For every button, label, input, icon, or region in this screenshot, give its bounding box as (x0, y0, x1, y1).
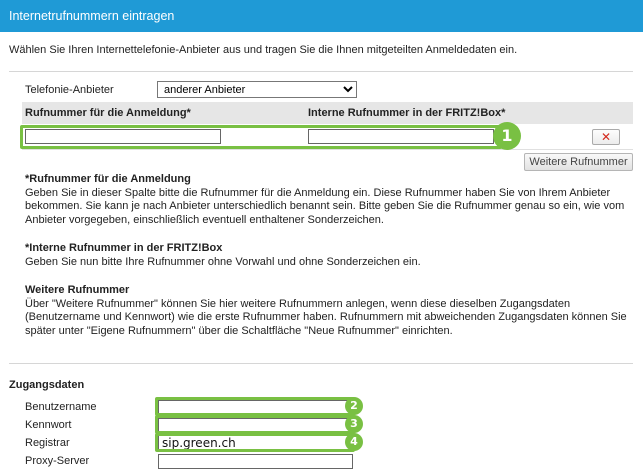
help-title: *Rufnummer für die Anmeldung (25, 173, 191, 185)
access-section-title: Zugangsdaten (9, 379, 85, 391)
help-text: Geben Sie nun bitte Ihre Rufnummer ohne … (25, 255, 421, 268)
highlight-box-2 (155, 397, 355, 416)
marker-badge-1: 1 (493, 122, 521, 150)
delete-row-button[interactable]: ✕ (592, 129, 620, 145)
add-number-button[interactable]: Weitere Rufnummer (524, 153, 633, 171)
divider (9, 71, 633, 72)
proxy-label: Proxy-Server (25, 455, 90, 467)
marker-badge-3: 3 (345, 415, 363, 433)
marker-badge-2: 2 (345, 397, 363, 415)
col-registration-number: Rufnummer für die Anmeldung* (25, 107, 191, 119)
divider (9, 363, 633, 364)
intro-text: Wählen Sie Ihren Internettelefonie-Anbie… (9, 44, 518, 56)
help-text: Über "Weitere Rufnummer" können Sie hier… (25, 297, 627, 337)
highlight-box-4 (155, 433, 355, 452)
provider-select[interactable]: anderer Anbieter (157, 81, 357, 98)
provider-label: Telefonie-Anbieter (25, 84, 114, 96)
numbers-table-header: Rufnummer für die Anmeldung* Interne Ruf… (22, 102, 633, 124)
registrar-label: Registrar (25, 437, 70, 449)
col-internal-number: Interne Rufnummer in der FRITZ!Box* (308, 107, 506, 119)
help-internal-number: *Interne Rufnummer in der FRITZ!Box Gebe… (25, 242, 630, 269)
help-registration-number: *Rufnummer für die Anmeldung Geben Sie i… (25, 173, 630, 227)
close-icon: ✕ (600, 130, 612, 144)
help-more-numbers: Weitere Rufnummer Über "Weitere Rufnumme… (25, 284, 630, 338)
proxy-input[interactable] (158, 454, 353, 469)
help-title: *Interne Rufnummer in der FRITZ!Box (25, 242, 223, 254)
username-label: Benutzername (25, 401, 97, 413)
highlight-box-3 (155, 415, 355, 434)
highlight-box-1 (20, 125, 502, 149)
window-title: Internetrufnummern eintragen (9, 9, 175, 23)
password-label: Kennwort (25, 419, 72, 431)
title-bar: Internetrufnummern eintragen (0, 0, 643, 32)
help-title: Weitere Rufnummer (25, 284, 130, 296)
marker-badge-4: 4 (345, 433, 363, 451)
help-text: Geben Sie in dieser Spalte bitte die Ruf… (25, 186, 625, 226)
